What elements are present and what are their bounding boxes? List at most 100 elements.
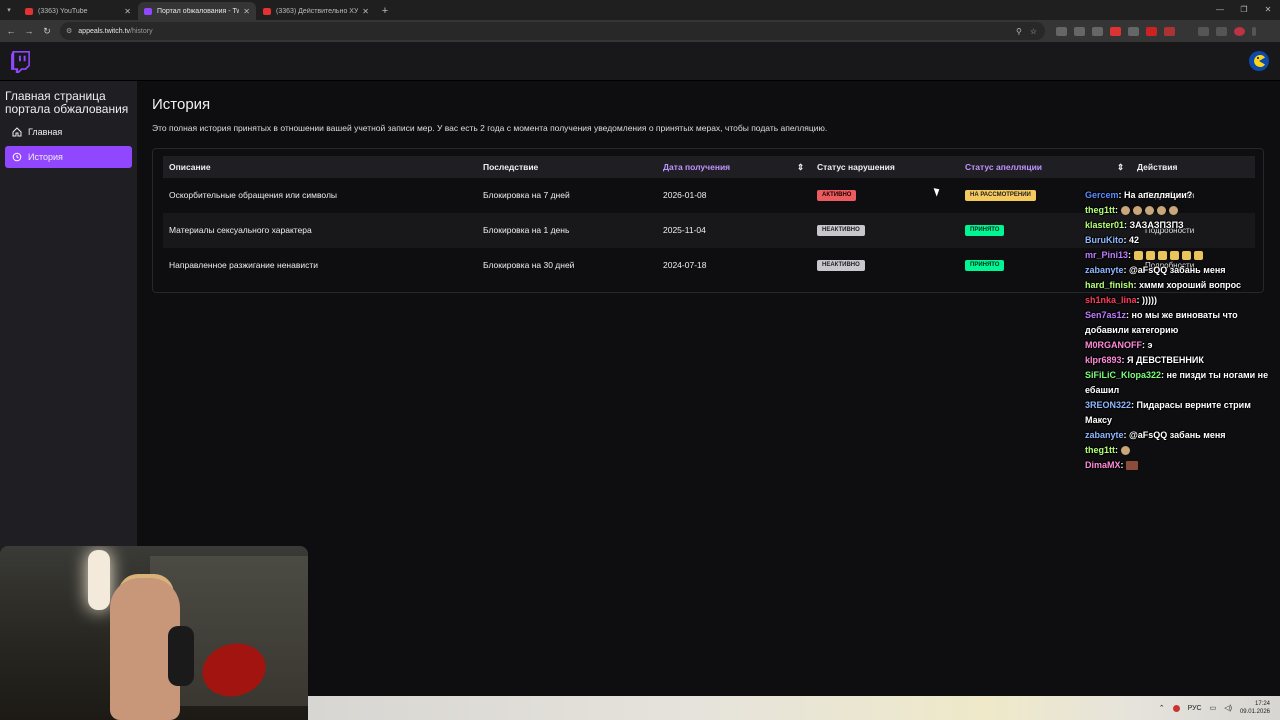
chat-username[interactable]: zabanyte	[1085, 265, 1124, 275]
clock-time: 17:24	[1254, 701, 1270, 707]
browser-menu-icon[interactable]	[1252, 26, 1256, 36]
sidepanel-icon[interactable]	[1216, 26, 1227, 36]
chat-username[interactable]: SiFiLiC_Klopa322	[1085, 370, 1161, 380]
chat-username[interactable]: klpr6893	[1085, 355, 1122, 365]
column-header-date[interactable]: Дата получения	[663, 156, 730, 178]
sort-icon[interactable]: ⇕	[797, 156, 804, 178]
extension-icon[interactable]	[1092, 26, 1103, 36]
violation-status-badge: АКТИВНО	[817, 190, 857, 201]
extension-icon[interactable]	[1110, 26, 1121, 36]
chat-message: theg1tt:	[1085, 443, 1280, 458]
extension-icon[interactable]	[1128, 26, 1139, 36]
close-tab-icon[interactable]: ✕	[362, 7, 369, 16]
sort-icon[interactable]: ⇕	[1117, 156, 1124, 178]
chat-username[interactable]: hard_finish	[1085, 280, 1134, 290]
reload-icon[interactable]: ↻	[38, 26, 56, 37]
tab-title: (3363) YouTube	[38, 7, 88, 15]
site-info-icon[interactable]: ⚙	[66, 27, 72, 35]
window-controls: — ❐ ✕	[1208, 0, 1280, 20]
chat-text: ЗАЗАЗПЗПЗ	[1129, 220, 1184, 230]
chat-message: SiFiLiC_Klopa322: не пизди ты ногами не …	[1085, 370, 1269, 395]
tray-chevron-icon[interactable]: ⌃	[1159, 704, 1165, 712]
chat-message: klpr6893: Я ДЕВСТВЕННИК	[1085, 355, 1204, 365]
bookmark-star-icon[interactable]: ☆	[1030, 27, 1037, 36]
network-icon[interactable]: ▭	[1210, 704, 1217, 712]
keyboard-language[interactable]: РУС	[1188, 705, 1202, 712]
url-host: appeals.twitch.tv	[78, 27, 131, 35]
url-input[interactable]: ⚙ appeals.twitch.tv/history ⚲ ☆	[60, 22, 1045, 40]
extension-icon[interactable]	[1074, 26, 1085, 36]
sidebar-item-home[interactable]: Главная	[5, 121, 132, 143]
chat-username[interactable]: klaster01	[1085, 220, 1124, 230]
extensions-puzzle-icon[interactable]	[1198, 26, 1209, 36]
system-tray: ⌃ РУС ▭ ◁) 17:24 09.01.2026	[1159, 696, 1270, 720]
webcam-lamp	[88, 550, 110, 610]
tab-youtube-2[interactable]: (3363) Действительно ХУДШ... ✕	[257, 2, 375, 20]
sidebar-item-label: История	[28, 152, 63, 162]
history-icon	[11, 152, 23, 162]
maximize-icon[interactable]: ❐	[1232, 0, 1256, 20]
close-window-icon[interactable]: ✕	[1256, 0, 1280, 20]
column-header-appeal-status[interactable]: Статус апелляции	[965, 156, 1042, 178]
chat-message: theg1tt:	[1085, 203, 1280, 218]
appeal-status-badge: НА РАССМОТРЕНИИ	[965, 190, 1036, 201]
taskbar-clock[interactable]: 17:24 09.01.2026	[1240, 700, 1270, 716]
tab-twitch-appeals[interactable]: Портал обжалования - Twitch ✕	[138, 2, 256, 20]
chat-message: klaster01: ЗАЗАЗПЗПЗ	[1085, 220, 1184, 230]
chat-username[interactable]: Sen7as1z	[1085, 310, 1126, 320]
tray-app-icon[interactable]	[1172, 704, 1180, 712]
chat-message: BuruKito: 42	[1085, 235, 1140, 245]
chat-username[interactable]: Gercem	[1085, 190, 1119, 200]
sidebar-item-history[interactable]: История	[5, 146, 132, 168]
page-description: Это полная история принятых в отношении …	[152, 123, 828, 133]
youtube-icon	[263, 7, 271, 15]
tab-youtube[interactable]: (3363) YouTube ✕	[19, 2, 137, 20]
chat-username[interactable]: M0RGANOFF	[1085, 340, 1142, 350]
extension-icon[interactable]	[1146, 26, 1157, 36]
pacman-avatar-icon	[1254, 55, 1265, 67]
twitch-icon	[144, 7, 152, 15]
chat-username[interactable]: sh1nka_lina	[1085, 295, 1137, 305]
chat-username[interactable]: 3REON322	[1085, 400, 1131, 410]
streamer-webcam	[0, 546, 308, 720]
twitch-logo-icon[interactable]	[10, 51, 31, 73]
chat-emote-icon	[1169, 251, 1179, 261]
chat-text: 42	[1129, 235, 1140, 245]
column-header-violation-status: Статус нарушения	[817, 162, 895, 172]
cell-description: Оскорбительные обращения или символы	[169, 190, 338, 200]
appeal-status-badge: ПРИНЯТО	[965, 225, 1005, 236]
close-tab-icon[interactable]: ✕	[243, 7, 250, 16]
twitch-header	[0, 42, 1280, 81]
zoom-icon[interactable]: ⚲	[1016, 27, 1022, 36]
back-icon[interactable]: ←	[2, 26, 20, 36]
forward-icon[interactable]: →	[20, 26, 38, 36]
minimize-icon[interactable]: —	[1208, 0, 1232, 20]
chat-message: Gercem: На апелляции?	[1085, 190, 1193, 200]
chat-emote-icon	[1120, 446, 1130, 456]
chat-text: хммм хороший вопрос	[1139, 280, 1242, 290]
user-avatar[interactable]	[1249, 51, 1269, 71]
chat-username[interactable]: mr_Pini13	[1085, 250, 1128, 260]
chat-emote-icon	[1157, 251, 1167, 261]
extension-icon[interactable]	[1056, 26, 1067, 36]
new-tab-button[interactable]: +	[375, 2, 395, 20]
cell-description: Материалы сексуального характера	[169, 225, 312, 235]
address-bar: ← → ↻ ⚙ appeals.twitch.tv/history ⚲ ☆	[0, 20, 1280, 42]
browser-tab-bar: ▾ (3363) YouTube ✕ Портал обжалования - …	[0, 0, 1280, 20]
chat-username[interactable]: DimaMX	[1085, 460, 1121, 470]
os-taskbar: ⌃ РУС ▭ ◁) 17:24 09.01.2026	[308, 696, 1280, 720]
chat-emote-icon	[1156, 206, 1166, 216]
close-tab-icon[interactable]: ✕	[124, 7, 131, 16]
cell-date: 2026-01-08	[663, 190, 707, 200]
chat-emote-icon	[1132, 206, 1142, 216]
chat-username[interactable]: theg1tt	[1085, 445, 1115, 455]
chat-username[interactable]: theg1tt	[1085, 205, 1115, 215]
chat-username[interactable]: BuruKito	[1085, 235, 1124, 245]
sidebar-title: Главная страница портала обжалования	[5, 89, 129, 116]
volume-icon[interactable]: ◁)	[1224, 704, 1232, 712]
extension-icon[interactable]	[1164, 26, 1175, 36]
profile-avatar-icon[interactable]	[1234, 26, 1245, 36]
chat-message: mr_Pini13:	[1085, 248, 1280, 263]
chat-username[interactable]: zabanyte	[1085, 430, 1124, 440]
tab-search-icon[interactable]: ▾	[0, 0, 18, 20]
